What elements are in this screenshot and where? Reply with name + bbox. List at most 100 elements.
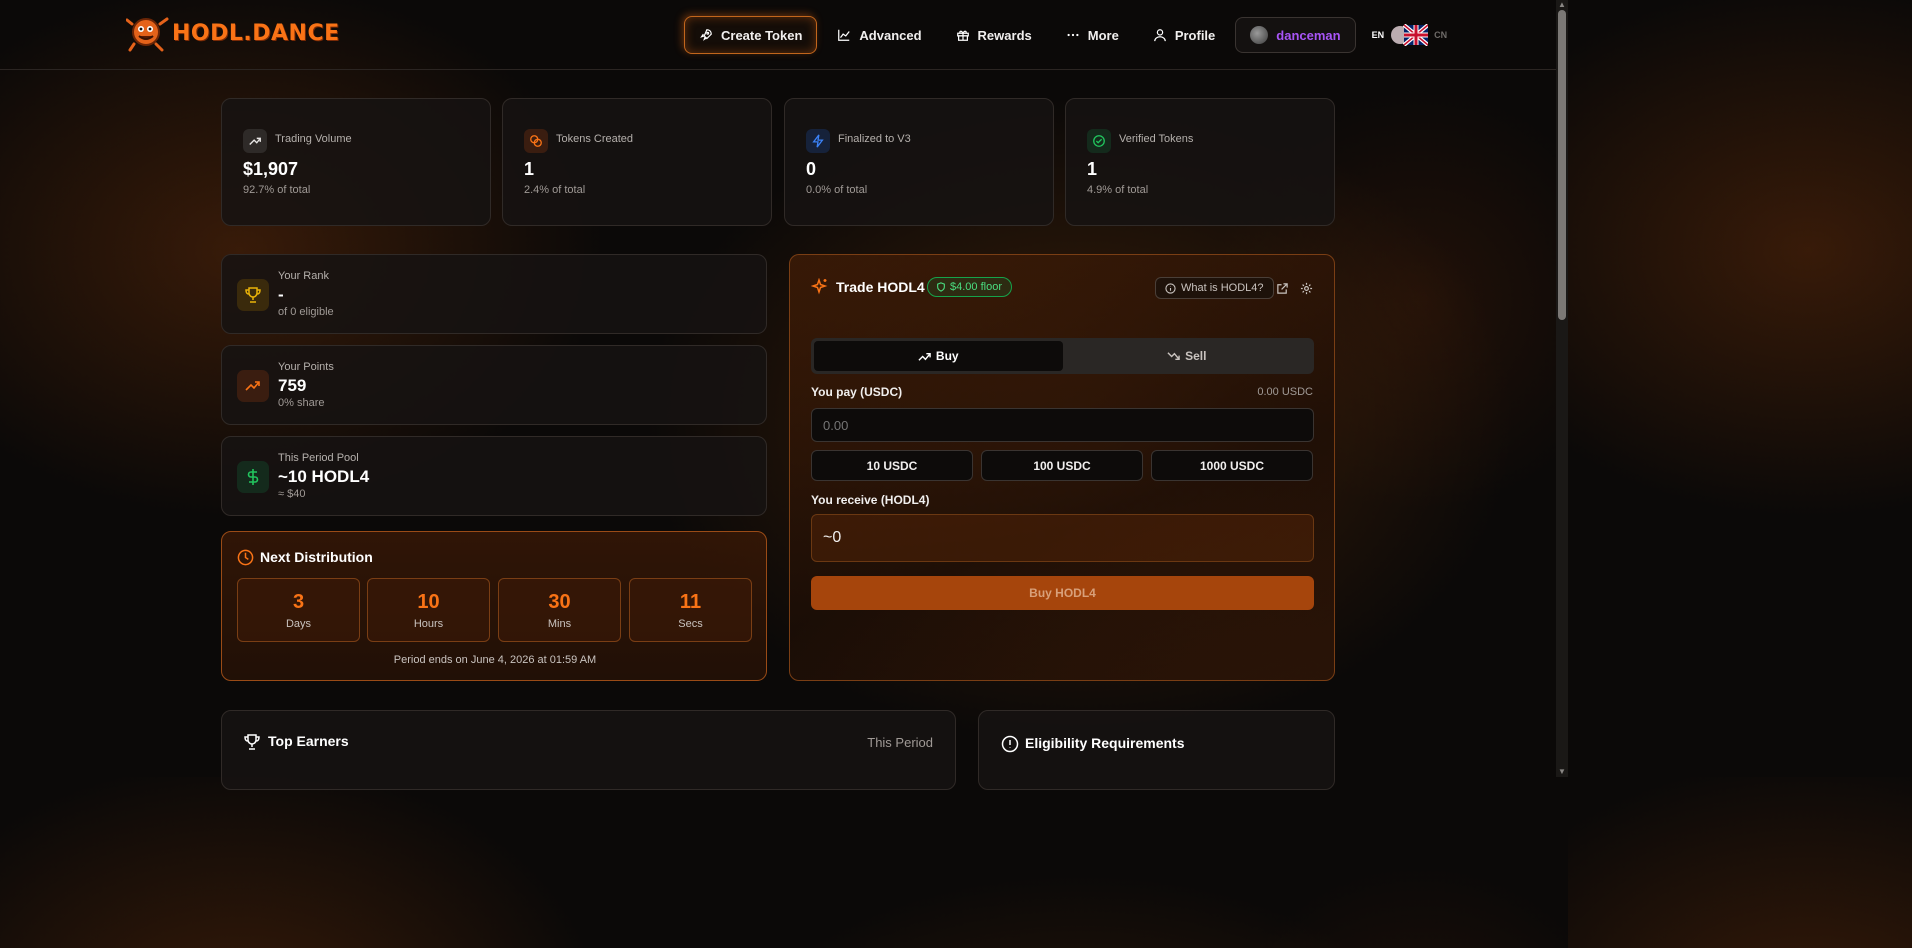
stat-value: 1 (1087, 159, 1098, 179)
top-earners-card: Top Earners This Period (221, 710, 956, 790)
pay-amount-input[interactable] (811, 408, 1314, 442)
create-token-label: Create Token (721, 27, 803, 43)
floor-badge-label: $4.00 floor (950, 281, 1002, 293)
points-label: Your Points (278, 361, 334, 373)
stat-sub: 2.4% of total (524, 184, 586, 196)
period-ends-text: Period ends on June 4, 2026 at 01:59 AM (393, 654, 597, 666)
pay-label: You pay (USDC) (811, 385, 903, 399)
receive-label: You receive (HODL4) (811, 493, 930, 507)
nav-profile[interactable]: Profile (1139, 16, 1229, 54)
top-earners-title: Top Earners (268, 733, 349, 749)
stat-label: Finalized to V3 (838, 133, 911, 145)
info-icon (1165, 282, 1176, 294)
tab-sell-label: Sell (1185, 349, 1207, 363)
rank-label: Your Rank (278, 270, 329, 282)
quick-amount-10[interactable]: 10 USDC (811, 450, 973, 481)
sparkles-icon (811, 278, 828, 295)
language-toggle[interactable]: EN CN (1372, 24, 1447, 46)
advanced-label: Advanced (859, 27, 922, 43)
countdown-value: 10 (417, 591, 440, 613)
lang-cn[interactable]: CN (1434, 30, 1447, 40)
trade-panel: Trade HODL4 $4.00 floor What is HODL4? B… (789, 254, 1335, 681)
nav-advanced[interactable]: Advanced (823, 16, 935, 54)
buy-hodl4-button[interactable]: Buy HODL4 (811, 576, 1314, 610)
wallet-user-button[interactable]: danceman (1235, 17, 1356, 53)
username: danceman (1276, 27, 1341, 43)
external-link-icon[interactable] (1276, 282, 1289, 295)
distribution-title: Next Distribution (260, 549, 373, 565)
check-circle-icon (1087, 129, 1111, 153)
stat-finalized-v3: Finalized to V3 0 0.0% of total (784, 98, 1054, 226)
top-navbar: HODL.DANCE Create Token Advanced Rewards… (0, 0, 1556, 70)
lang-en[interactable]: EN (1372, 30, 1385, 40)
rank-value: - (278, 285, 284, 304)
stat-sub: 0.0% of total (806, 184, 868, 196)
points-sub: 0% share (278, 397, 325, 409)
trending-up-icon (918, 352, 931, 361)
rank-sub: of 0 eligible (278, 306, 334, 318)
tab-buy-label: Buy (935, 349, 959, 363)
stat-tokens-created: Tokens Created 1 2.4% of total (502, 98, 772, 226)
trending-up-icon (243, 129, 267, 153)
pool-label: This Period Pool (278, 452, 359, 464)
main-nav: Create Token Advanced Rewards More Profi… (684, 16, 1447, 54)
trending-down-icon (1167, 351, 1180, 360)
gear-icon[interactable] (1300, 282, 1313, 295)
avatar (1250, 26, 1269, 44)
create-token-button[interactable]: Create Token (684, 16, 818, 54)
user-icon (1153, 29, 1166, 42)
page-scrollbar[interactable]: ▲ ▼ (1556, 0, 1568, 777)
stat-trading-volume: Trading Volume $1,907 92.7% of total (221, 98, 491, 226)
countdown-hours: 10 Hours (367, 578, 490, 642)
points-value: 759 (278, 376, 307, 395)
period-pool-card: This Period Pool ~10 HODL4 ≈ $40 (221, 436, 767, 516)
shield-icon (937, 282, 945, 292)
stat-sub: 4.9% of total (1087, 184, 1149, 196)
trophy-icon (244, 734, 260, 750)
lightning-icon (806, 129, 830, 153)
scroll-down-icon[interactable]: ▼ (1556, 767, 1568, 777)
profile-label: Profile (1174, 27, 1216, 43)
countdown-secs: 11 Secs (629, 578, 752, 642)
more-label: More (1087, 27, 1119, 43)
scrollbar-thumb[interactable] (1558, 10, 1566, 320)
eligibility-title: Eligibility Requirements (1025, 735, 1185, 751)
quick-amount-100[interactable]: 100 USDC (981, 450, 1143, 481)
pay-balance: 0.00 USDC (1257, 386, 1313, 398)
chart-line-icon (838, 29, 851, 41)
stat-value: 1 (524, 159, 535, 179)
stat-value: $1,907 (243, 159, 299, 179)
more-dots-icon (1067, 33, 1079, 37)
quick-amount-1000[interactable]: 1000 USDC (1151, 450, 1313, 481)
countdown-unit: Mins (547, 618, 572, 630)
countdown-mins: 30 Mins (498, 578, 621, 642)
stat-value: 0 (806, 159, 817, 179)
trending-up-icon (237, 370, 269, 402)
your-rank-card: Your Rank - of 0 eligible (221, 254, 767, 334)
stat-label: Trading Volume (275, 133, 352, 145)
what-is-label: What is HODL4? (1181, 282, 1264, 294)
trade-title: Trade HODL4 (836, 279, 925, 295)
mascot-logo-icon (126, 17, 169, 52)
stat-sub: 92.7% of total (243, 184, 311, 196)
coins-icon (524, 129, 548, 153)
what-is-hodl4-button[interactable]: What is HODL4? (1155, 277, 1274, 299)
rewards-label: Rewards (977, 27, 1032, 43)
logo-text: HODL.DANCE (172, 20, 340, 46)
pool-sub: ≈ $40 (278, 488, 306, 500)
alert-circle-icon (1001, 735, 1019, 753)
gift-icon (956, 30, 969, 41)
countdown-days: 3 Days (237, 578, 360, 642)
countdown-unit: Hours (413, 618, 444, 630)
tab-buy[interactable]: Buy (814, 341, 1063, 371)
period-selector[interactable]: This Period (867, 735, 933, 750)
nav-more[interactable]: More (1052, 16, 1133, 54)
tab-sell[interactable]: Sell (1063, 341, 1312, 371)
dollar-icon (237, 461, 269, 493)
scroll-up-icon[interactable]: ▲ (1556, 0, 1568, 10)
logo[interactable]: HODL.DANCE (126, 14, 340, 52)
clock-icon (237, 549, 254, 566)
rocket-icon (700, 29, 712, 41)
countdown-unit: Secs (678, 618, 703, 630)
nav-rewards[interactable]: Rewards (942, 16, 1046, 54)
